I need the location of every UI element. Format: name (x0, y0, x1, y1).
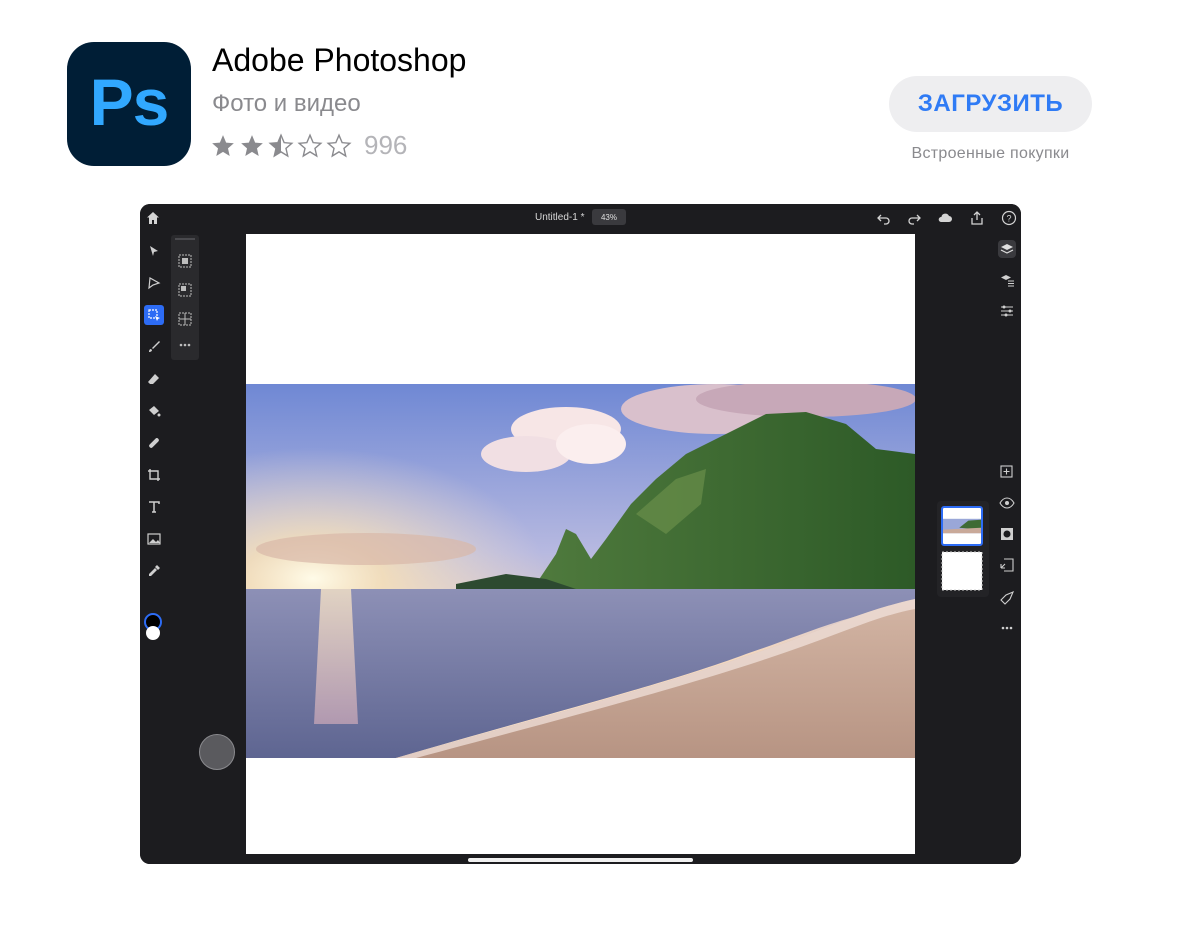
adjustments-icon[interactable] (998, 302, 1016, 320)
selection-grid-icon[interactable] (176, 310, 194, 328)
image-tool[interactable] (144, 529, 164, 549)
star-half-icon (268, 132, 294, 157)
type-tool[interactable] (144, 497, 164, 517)
toolbar-right (993, 233, 1021, 864)
layer-properties-icon[interactable] (998, 271, 1016, 289)
star-full-icon (212, 134, 234, 156)
app-icon-text: Ps (89, 65, 170, 139)
touch-shortcut-button[interactable] (199, 734, 235, 770)
fill-tool[interactable] (144, 401, 164, 421)
app-name: Adobe Photoshop (212, 42, 467, 78)
rating: 996 (210, 130, 407, 161)
share-icon (971, 211, 983, 225)
marquee-tool[interactable] (144, 305, 164, 325)
more-options-icon[interactable] (176, 336, 194, 354)
lasso-tool[interactable] (144, 273, 164, 293)
more-icon[interactable] (998, 619, 1016, 637)
eyedropper-icon (149, 565, 160, 576)
layer-thumb-blank[interactable] (941, 551, 983, 591)
svg-text:?: ? (1006, 214, 1011, 224)
brush-tool[interactable] (144, 337, 164, 357)
brush-icon (149, 341, 160, 352)
type-icon (149, 501, 160, 513)
home-indicator (468, 858, 693, 862)
clip-icon[interactable] (998, 587, 1016, 605)
app-category: Фото и видео (212, 90, 361, 117)
app-icon: Ps (67, 42, 191, 166)
toolbar-left (140, 233, 168, 864)
beach-photo (246, 384, 915, 758)
layer-thumb-photo[interactable] (941, 506, 983, 546)
zoom-level: 43% (592, 209, 626, 225)
marquee-options-panel (171, 235, 199, 360)
import-icon[interactable] (998, 556, 1016, 574)
select-tool[interactable] (144, 241, 164, 261)
cloud-icon (938, 213, 952, 222)
star-empty-icon (297, 132, 323, 157)
eyedropper-tool[interactable] (144, 561, 164, 581)
home-icon (147, 212, 159, 224)
crop-tool[interactable] (144, 465, 164, 485)
panel-handle (175, 238, 195, 240)
layers-panel (937, 501, 989, 597)
eraser-tool[interactable] (144, 369, 164, 389)
document-title: Untitled-1 * (535, 212, 585, 223)
layers-icon[interactable] (998, 240, 1016, 258)
visibility-icon[interactable] (998, 494, 1016, 512)
help-icon: ? (1001, 210, 1017, 226)
in-app-purchases-label: Встроенные покупки (911, 145, 1070, 162)
selection-subtract-icon[interactable] (176, 281, 194, 299)
eraser-icon (148, 374, 159, 384)
fill-icon (149, 406, 161, 417)
screenshot-topbar: Untitled-1 * 43% ? (140, 204, 1021, 233)
marquee-icon (148, 309, 160, 321)
lasso-icon (148, 277, 161, 290)
rating-count: 996 (364, 130, 408, 160)
crop-icon (148, 469, 160, 481)
select-icon (150, 246, 158, 256)
undo-icon (877, 214, 890, 225)
redo-icon (908, 214, 921, 225)
star-full-icon (241, 134, 263, 156)
app-screenshot[interactable]: Untitled-1 * 43% ? (140, 204, 1021, 864)
image-icon (147, 533, 161, 545)
selection-new-icon[interactable] (176, 252, 194, 270)
add-layer-icon[interactable] (998, 463, 1016, 481)
get-button[interactable]: ЗАГРУЗИТЬ (889, 76, 1092, 132)
rating-stars (210, 132, 352, 159)
background-color-swatch[interactable] (146, 626, 160, 640)
mask-icon[interactable] (998, 525, 1016, 543)
star-empty-icon (326, 132, 352, 157)
heal-icon (149, 438, 159, 448)
heal-tool[interactable] (144, 433, 164, 453)
